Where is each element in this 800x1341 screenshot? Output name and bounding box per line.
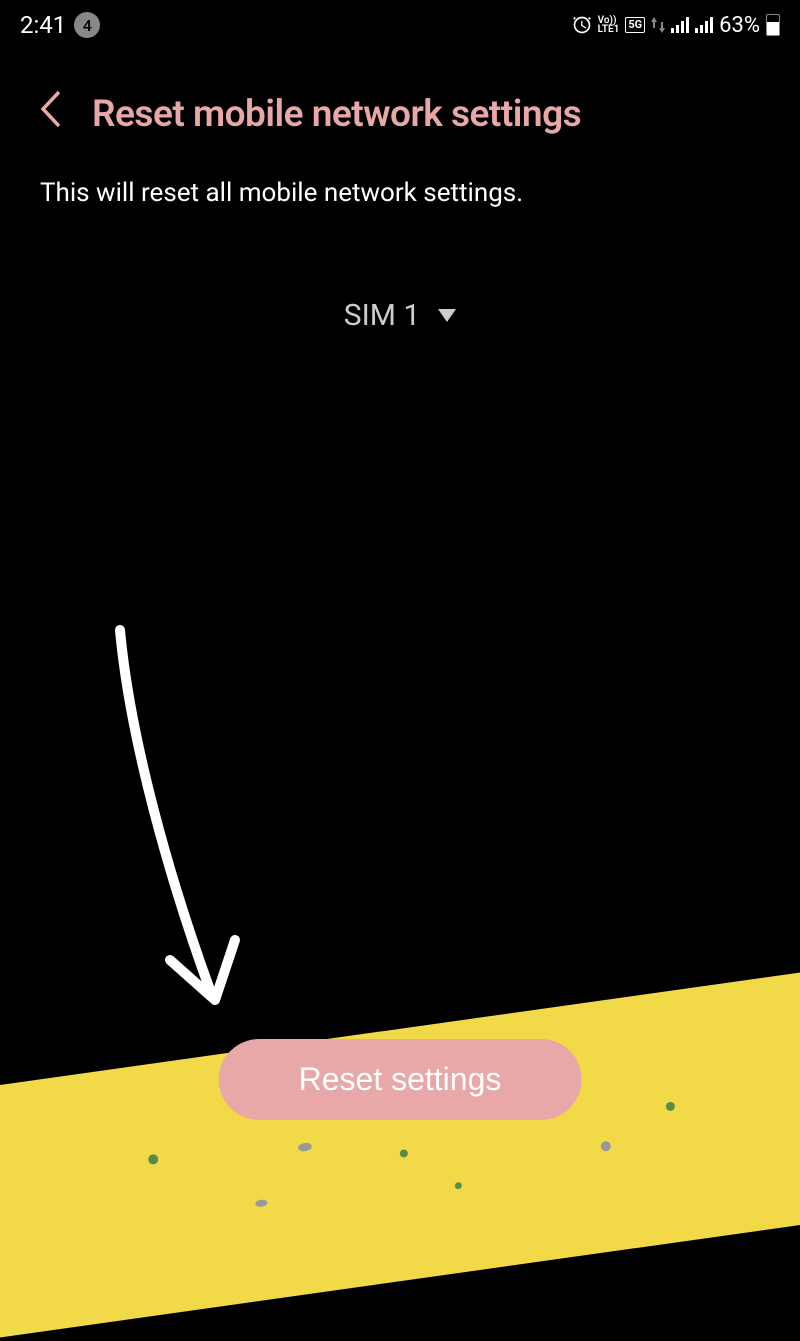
clock-time: 2:41 [20, 11, 66, 39]
signal-strength-icon-1 [671, 17, 689, 33]
notification-count-badge: 4 [74, 12, 100, 38]
page-header: Reset mobile network settings [0, 50, 800, 158]
status-right: Vo)) LTE1 5G 63% [572, 13, 780, 38]
back-icon[interactable] [40, 90, 62, 138]
volte-indicator: Vo)) LTE1 [598, 16, 620, 34]
annotation-arrow-icon [60, 620, 260, 1044]
chevron-down-icon [438, 309, 456, 322]
status-bar: 2:41 4 Vo)) LTE1 5G 63% [0, 0, 800, 50]
sim-label: SIM 1 [344, 298, 420, 333]
signal-strength-icon-2 [695, 17, 713, 33]
description-text: This will reset all mobile network setti… [0, 158, 800, 228]
alarm-icon [572, 15, 592, 35]
page-title: Reset mobile network settings [92, 93, 581, 136]
reset-settings-button[interactable]: Reset settings [219, 1039, 582, 1120]
sim-selector-dropdown[interactable]: SIM 1 [0, 298, 800, 333]
data-arrows-icon [651, 17, 665, 33]
network-type-badge: 5G [625, 17, 645, 33]
status-left: 2:41 4 [20, 11, 100, 39]
battery-percentage: 63% [719, 13, 760, 38]
battery-icon [766, 14, 780, 36]
